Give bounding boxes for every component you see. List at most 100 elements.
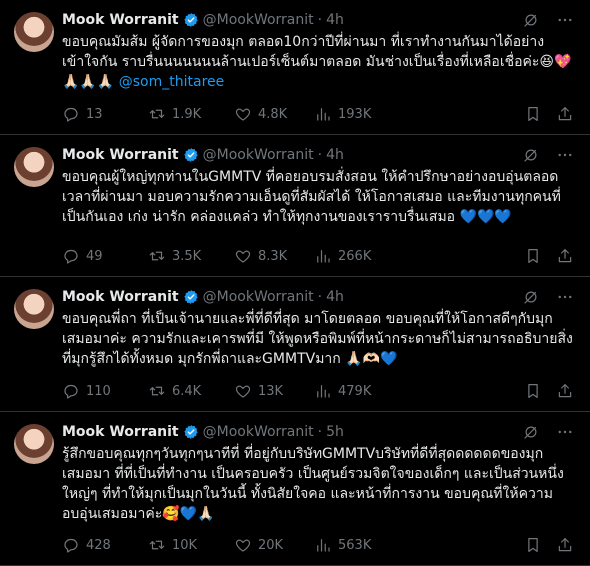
- views-count: 479K: [338, 383, 372, 399]
- timeline-feed: Mook Worranit @MookWorranit · 4h ขอบคุณม…: [0, 0, 590, 566]
- user-handle[interactable]: @MookWorranit: [203, 289, 314, 305]
- heart-icon: [235, 250, 251, 263]
- tweet-header: Mook Worranit @MookWorranit · 4h: [62, 10, 574, 30]
- like-button[interactable]: 8.3K: [234, 247, 314, 265]
- avatar[interactable]: [14, 12, 54, 52]
- share-icon[interactable]: [556, 536, 574, 554]
- like-count: 4.8K: [258, 106, 288, 122]
- grok-icon[interactable]: [522, 11, 540, 29]
- bookmark-icon[interactable]: [524, 382, 542, 400]
- tweet-actions: 49 3.5K 8.3K 266K: [62, 246, 574, 266]
- tweet-actions: 110 6.4K 13K 479K: [62, 381, 574, 401]
- like-count: 20K: [258, 537, 284, 553]
- verified-badge-icon: [183, 148, 198, 162]
- views-icon: [317, 539, 330, 552]
- separator-dot: ·: [317, 12, 323, 28]
- more-options-icon[interactable]: [556, 146, 574, 164]
- display-name[interactable]: Mook Worranit: [62, 424, 179, 440]
- more-options-icon[interactable]: [556, 11, 574, 29]
- timestamp[interactable]: 5h: [326, 424, 344, 440]
- retweet-count: 1.9K: [172, 106, 202, 122]
- separator-dot: ·: [317, 147, 323, 163]
- user-handle[interactable]: @MookWorranit: [203, 12, 314, 28]
- retweet-button[interactable]: 1.9K: [148, 105, 234, 123]
- share-icon[interactable]: [556, 247, 574, 265]
- tweet-text: รู้สึกขอบคุณทุกๆวันทุกๆนาทีที่ ที่อยู่กั…: [62, 446, 564, 522]
- like-count: 8.3K: [258, 248, 288, 264]
- grok-icon[interactable]: [522, 146, 540, 164]
- verified-badge-icon: [183, 290, 198, 304]
- share-icon[interactable]: [556, 105, 574, 123]
- separator-dot: ·: [317, 424, 323, 440]
- views-button[interactable]: 479K: [314, 382, 414, 400]
- timestamp[interactable]: 4h: [326, 147, 344, 163]
- reply-button[interactable]: 110: [62, 382, 148, 400]
- tweet[interactable]: Mook Worranit @MookWorranit · 4h ขอบคุณม…: [0, 0, 590, 135]
- tweet[interactable]: Mook Worranit @MookWorranit · 4h ขอบคุณพ…: [0, 277, 590, 412]
- retweet-button[interactable]: 6.4K: [148, 382, 234, 400]
- reply-count: 428: [86, 537, 111, 553]
- like-count: 13K: [258, 383, 284, 399]
- reply-icon: [64, 538, 78, 553]
- like-button[interactable]: 4.8K: [234, 105, 314, 123]
- reply-count: 49: [86, 248, 103, 264]
- retweet-icon: [149, 109, 165, 119]
- tweet-header: Mook Worranit @MookWorranit · 4h: [62, 287, 574, 307]
- reply-icon: [64, 249, 78, 264]
- retweet-icon: [149, 386, 165, 396]
- views-button[interactable]: 563K: [314, 536, 414, 554]
- views-button[interactable]: 193K: [314, 105, 414, 123]
- tweet-actions: 13 1.9K 4.8K 193K: [62, 104, 574, 124]
- timestamp[interactable]: 4h: [326, 12, 344, 28]
- mention-link[interactable]: @som_thitaree: [119, 74, 225, 90]
- views-icon: [317, 108, 330, 121]
- views-count: 563K: [338, 537, 372, 553]
- heart-icon: [235, 385, 251, 398]
- reply-count: 110: [86, 383, 111, 399]
- reply-icon: [64, 384, 78, 399]
- reply-count: 13: [86, 106, 103, 122]
- tweet-text: ขอบคุณผู้ใหญ่ทุกท่านในGMMTV ที่คอยอบรมสั…: [62, 169, 561, 225]
- like-button[interactable]: 20K: [234, 536, 314, 554]
- verified-badge-icon: [183, 425, 198, 439]
- tweet-text: ขอบคุณพี่ถา ที่เป็นเจ้านายและพี่ที่ดีที่…: [62, 311, 573, 367]
- tweet-text: ขอบคุณมัมส้ม ผู้จัดการของมุก ตลอด10กว่าป…: [62, 32, 574, 92]
- tweet-actions: 428 10K 20K 563K: [62, 535, 574, 555]
- user-handle[interactable]: @MookWorranit: [203, 147, 314, 163]
- display-name[interactable]: Mook Worranit: [62, 12, 179, 28]
- display-name[interactable]: Mook Worranit: [62, 147, 179, 163]
- reply-button[interactable]: 13: [62, 105, 148, 123]
- more-options-icon[interactable]: [556, 423, 574, 441]
- bookmark-icon[interactable]: [524, 247, 542, 265]
- grok-icon[interactable]: [522, 288, 540, 306]
- heart-icon: [235, 539, 251, 552]
- retweet-icon: [149, 251, 165, 261]
- heart-icon: [235, 108, 251, 121]
- retweet-icon: [149, 540, 165, 550]
- reply-icon: [64, 107, 78, 122]
- tweet[interactable]: Mook Worranit @MookWorranit · 4h ขอบคุณผ…: [0, 135, 590, 277]
- reply-button[interactable]: 49: [62, 247, 148, 265]
- share-icon[interactable]: [556, 382, 574, 400]
- retweet-button[interactable]: 10K: [148, 536, 234, 554]
- views-count: 266K: [338, 248, 372, 264]
- avatar[interactable]: [14, 147, 54, 187]
- retweet-button[interactable]: 3.5K: [148, 247, 234, 265]
- more-options-icon[interactable]: [556, 288, 574, 306]
- like-button[interactable]: 13K: [234, 382, 314, 400]
- user-handle[interactable]: @MookWorranit: [203, 424, 314, 440]
- display-name[interactable]: Mook Worranit: [62, 289, 179, 305]
- tweet[interactable]: Mook Worranit @MookWorranit · 5h รู้สึกข…: [0, 412, 590, 566]
- views-icon: [317, 250, 330, 263]
- retweet-count: 6.4K: [172, 383, 202, 399]
- grok-icon[interactable]: [522, 423, 540, 441]
- timestamp[interactable]: 4h: [326, 289, 344, 305]
- views-button[interactable]: 266K: [314, 247, 414, 265]
- retweet-count: 3.5K: [172, 248, 202, 264]
- avatar[interactable]: [14, 289, 54, 329]
- bookmark-icon[interactable]: [524, 105, 542, 123]
- views-icon: [317, 385, 330, 398]
- avatar[interactable]: [14, 424, 54, 464]
- reply-button[interactable]: 428: [62, 536, 148, 554]
- bookmark-icon[interactable]: [524, 536, 542, 554]
